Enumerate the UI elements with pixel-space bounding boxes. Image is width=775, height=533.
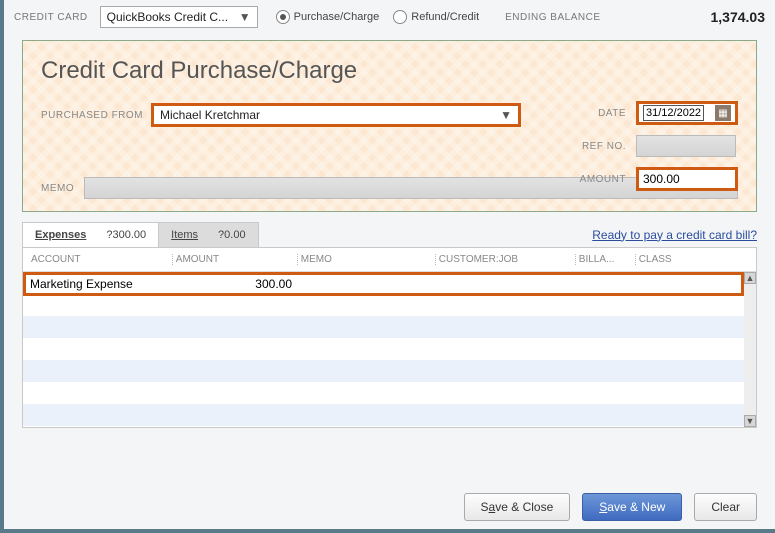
col-customer[interactable]: CUSTOMER:JOB [435,254,575,265]
radio-icon [393,10,407,24]
table-row[interactable] [23,294,756,316]
purchased-from-label: PURCHASED FROM [41,110,143,121]
tab-expenses-label: Expenses [35,229,86,241]
save-new-button[interactable]: Save & New [582,493,682,521]
caret-down-icon: ▼ [239,10,251,24]
caret-down-icon: ▼ [500,108,512,122]
amount-label: AMOUNT [566,174,626,185]
date-value: 31/12/2022 [643,105,704,121]
purchased-from-select[interactable]: Michael Kretchmar ▼ [151,103,521,127]
ref-field[interactable] [636,135,736,157]
transaction-type-radios: Purchase/Charge Refund/Credit [276,10,479,24]
table-row[interactable] [23,404,756,426]
amount-field[interactable]: 300.00 [636,167,738,191]
ending-balance-label: ENDING BALANCE [505,12,600,23]
radio-icon [276,10,290,24]
clear-button[interactable]: Clear [694,493,757,521]
scrollbar[interactable]: ▲ ▼ [744,272,756,427]
col-billable[interactable]: BILLA... [575,254,635,265]
table-header: ACCOUNT AMOUNT MEMO CUSTOMER:JOB BILLA..… [23,248,756,272]
ref-label: REF NO. [566,141,626,152]
tab-items-label: Items [171,229,198,241]
purchase-radio[interactable]: Purchase/Charge [276,10,380,24]
cell-account[interactable]: Marketing Expense [26,277,171,291]
col-class[interactable]: CLASS [635,254,752,265]
scroll-up-icon[interactable]: ▲ [744,272,756,284]
ending-balance-value: 1,374.03 [711,9,766,25]
purchase-radio-label: Purchase/Charge [294,11,380,23]
table-row-active[interactable]: Marketing Expense 300.00 [23,272,744,296]
table-row[interactable] [23,382,756,404]
tabs-row: Expenses ?300.00 Items ?0.00 Ready to pa… [22,222,757,247]
cell-amount[interactable]: 300.00 [171,277,296,291]
save-close-button[interactable]: Save & Close [464,493,571,521]
table-row[interactable] [23,316,756,338]
refund-radio-label: Refund/Credit [411,11,479,23]
col-memo[interactable]: MEMO [297,254,435,265]
tab-items-amount: ?0.00 [218,229,246,241]
scroll-down-icon[interactable]: ▼ [744,415,756,427]
cheque-panel: Credit Card Purchase/Charge PURCHASED FR… [22,40,757,212]
memo-label: MEMO [41,183,74,194]
credit-card-select[interactable]: QuickBooks Credit C... ▼ [100,6,258,28]
top-bar: CREDIT CARD QuickBooks Credit C... ▼ Pur… [4,0,775,34]
col-account[interactable]: ACCOUNT [27,254,172,265]
date-label: DATE [566,108,626,119]
table-row[interactable] [23,360,756,382]
date-field[interactable]: 31/12/2022 ▦ [636,101,738,125]
credit-card-label: CREDIT CARD [14,12,88,23]
tab-expenses[interactable]: Expenses ?300.00 [22,222,159,247]
col-amount[interactable]: AMOUNT [172,254,297,265]
credit-card-value: QuickBooks Credit C... [107,10,228,24]
table-row[interactable] [23,338,756,360]
expenses-table: ACCOUNT AMOUNT MEMO CUSTOMER:JOB BILLA..… [22,247,757,428]
footer-buttons: Save & Close Save & New Clear [4,493,775,521]
tab-expenses-amount: ?300.00 [106,229,146,241]
refund-radio[interactable]: Refund/Credit [393,10,479,24]
table-body: Marketing Expense 300.00 ▲ ▼ [23,272,756,427]
page-title: Credit Card Purchase/Charge [41,57,738,85]
tab-items[interactable]: Items ?0.00 [159,222,258,247]
ready-to-pay-link[interactable]: Ready to pay a credit card bill? [592,228,757,242]
calendar-icon[interactable]: ▦ [715,105,731,121]
purchased-from-value: Michael Kretchmar [160,108,260,122]
